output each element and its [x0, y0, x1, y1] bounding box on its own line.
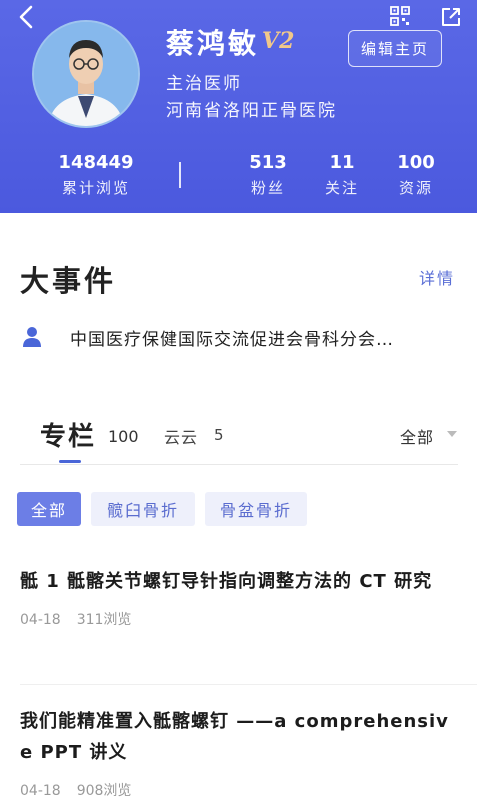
stat-label: 关注	[324, 179, 359, 197]
stat-value: 513	[249, 152, 287, 173]
stat-fans[interactable]: 513 粉丝	[244, 152, 292, 198]
tab-yunyun-count: 5	[214, 426, 224, 444]
doctor-name: 蔡鸿敏	[166, 27, 260, 60]
event-text: 中国医疗保健国际交流促进会骨科分会…	[70, 330, 394, 350]
stat-label: 资源	[398, 179, 433, 197]
caret-down-icon[interactable]	[447, 430, 457, 438]
avatar[interactable]	[32, 20, 140, 128]
stat-following[interactable]: 11 关注	[318, 152, 366, 198]
doctor-hospital: 河南省洛阳正骨医院	[166, 101, 337, 121]
article-date: 04-18	[20, 612, 61, 628]
filter-dropdown[interactable]: 全部	[400, 424, 434, 448]
tab-column[interactable]: 专栏	[40, 416, 96, 453]
person-icon	[23, 327, 41, 347]
article-item[interactable]: 我们能精准置入骶髂螺钉 ——a comprehensive PPT 讲义 04-…	[20, 706, 460, 800]
events-title: 大事件	[20, 264, 117, 298]
article-views: 908浏览	[76, 783, 132, 799]
back-icon[interactable]	[14, 4, 40, 30]
stat-value: 148449	[58, 152, 134, 173]
share-icon[interactable]	[440, 6, 462, 28]
stat-resources[interactable]: 100 资源	[392, 152, 440, 198]
stat-divider	[179, 162, 181, 188]
events-details-link[interactable]: 详情	[419, 265, 455, 289]
stat-value: 100	[397, 152, 435, 173]
article-date: 04-18	[20, 783, 61, 799]
doctor-title: 主治医师	[166, 74, 242, 94]
stat-value: 11	[329, 152, 355, 173]
stat-label: 累计浏览	[61, 179, 130, 197]
active-tab-indicator	[59, 460, 81, 463]
tab-column-count: 100	[108, 427, 139, 446]
chip-all[interactable]: 全部	[17, 492, 81, 526]
stat-total-views: 148449 累计浏览	[56, 152, 136, 198]
tab-yunyun[interactable]: 云云	[164, 424, 198, 448]
article-meta: 04-18 311浏览	[20, 609, 460, 629]
article-title: 骶 1 骶髂关节螺钉导针指向调整方法的 CT 研究	[20, 571, 433, 592]
divider	[20, 464, 458, 465]
event-item[interactable]: 中国医疗保健国际交流促进会骨科分会…	[22, 322, 462, 352]
stat-label: 粉丝	[250, 179, 285, 197]
edit-profile-button[interactable]: 编辑主页	[348, 30, 442, 67]
profile-header: 蔡鸿敏 V2 编辑主页 主治医师 河南省洛阳正骨医院 148449 累计浏览 5…	[0, 0, 477, 213]
chip-pelvic-fracture[interactable]: 骨盆骨折	[205, 492, 307, 526]
divider	[20, 684, 477, 685]
qr-code-icon[interactable]	[390, 6, 410, 26]
article-views: 311浏览	[76, 612, 132, 628]
chip-acetabular-fracture[interactable]: 髋臼骨折	[91, 492, 195, 526]
article-item[interactable]: 骶 1 骶髂关节螺钉导针指向调整方法的 CT 研究 04-18 311浏览	[20, 566, 460, 629]
article-meta: 04-18 908浏览	[20, 780, 460, 800]
verified-badge: V2	[262, 28, 295, 54]
article-title: 我们能精准置入骶髂螺钉 ——a comprehensive PPT 讲义	[20, 711, 449, 763]
